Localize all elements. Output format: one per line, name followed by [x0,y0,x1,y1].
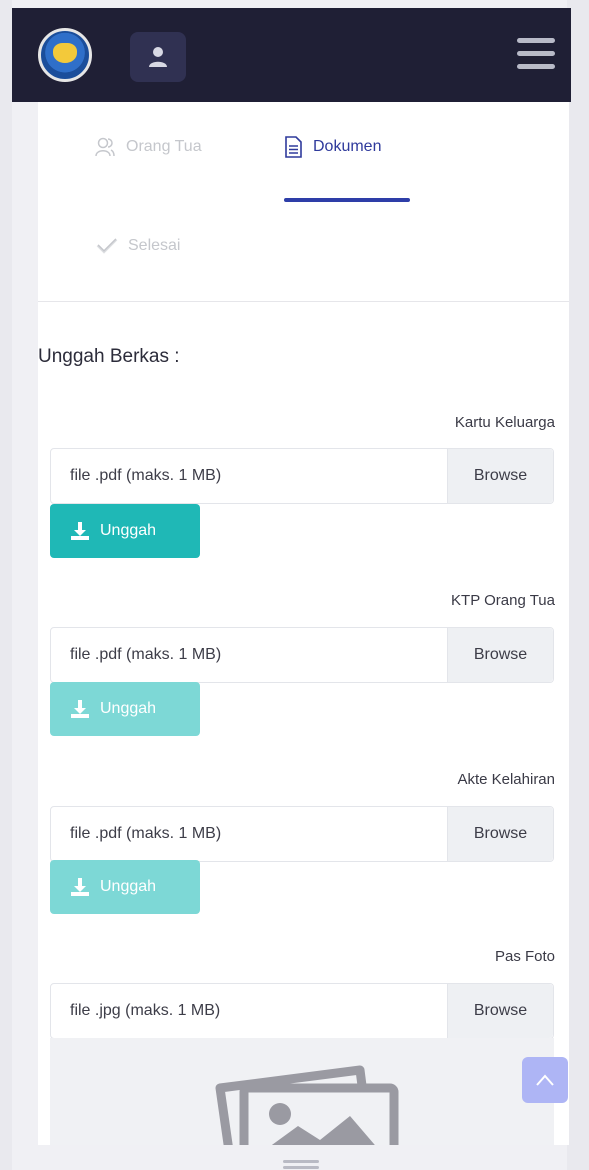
tab-orang-tua[interactable]: Orang Tua [94,136,202,158]
tabs-divider [38,301,569,302]
document-icon [285,136,302,158]
tab-dokumen[interactable]: Dokumen [283,136,381,158]
upload-button-ktp-orang-tua[interactable]: Unggah [50,682,200,736]
tab-selesai-label: Selesai [128,237,181,254]
file-input-ktp-orang-tua[interactable]: file .pdf (maks. 1 MB) [51,628,447,682]
upload-label: Unggah [100,522,157,539]
field-label-kartu-keluarga: Kartu Keluarga [454,414,555,431]
field-label-pas-foto: Pas Foto [494,948,555,965]
download-icon [71,700,89,718]
download-icon [71,522,89,540]
bottom-nav-handle-line [283,1166,319,1169]
upload-button-akte-kelahiran[interactable]: Unggah [50,860,200,914]
file-input-group-pas-foto[interactable]: file .jpg (maks. 1 MB) Browse [50,983,554,1039]
left-gutter [0,0,12,1170]
photo-preview [50,1038,554,1145]
tab-selesai[interactable]: Selesai [96,237,180,255]
scroll-to-top-button[interactable] [522,1057,568,1103]
tab-orang-tua-label: Orang Tua [126,138,202,155]
chevron-up-icon [536,1074,554,1086]
file-input-group-ktp-orang-tua[interactable]: file .pdf (maks. 1 MB) Browse [50,627,554,683]
top-navbar [12,8,571,102]
browse-button-pas-foto[interactable]: Browse [447,984,553,1038]
user-button[interactable] [130,32,186,82]
file-input-kartu-keluarga[interactable]: file .pdf (maks. 1 MB) [51,449,447,503]
upload-label: Unggah [100,878,157,895]
image-placeholder-icon [215,1065,399,1145]
form-card: Orang Tua Dokumen Selesai Unggah Berkas … [38,102,569,1145]
tut-wuri-handayani-logo[interactable] [38,28,92,82]
field-label-ktp-orang-tua: KTP Orang Tua [451,592,555,609]
file-input-akte-kelahiran[interactable]: file .pdf (maks. 1 MB) [51,807,447,861]
upload-label: Unggah [100,700,157,717]
user-icon [149,47,167,67]
check-icon [96,238,118,254]
section-title: Unggah Berkas : [38,346,180,367]
upload-button-kartu-keluarga[interactable]: Unggah [50,504,200,558]
right-gutter [567,0,589,1170]
tab-dokumen-label: Dokumen [313,138,382,155]
file-input-group-kartu-keluarga[interactable]: file .pdf (maks. 1 MB) Browse [50,448,554,504]
bottom-nav-handle[interactable] [283,1160,319,1163]
field-label-akte-kelahiran: Akte Kelahiran [457,771,555,788]
download-icon [71,878,89,896]
users-icon [95,137,115,157]
logo-emblem [53,43,77,63]
hamburger-menu-icon[interactable] [517,38,555,70]
active-tab-indicator [284,198,410,202]
file-input-pas-foto[interactable]: file .jpg (maks. 1 MB) [51,984,447,1038]
browse-button-akte-kelahiran[interactable]: Browse [447,807,553,861]
browse-button-ktp-orang-tua[interactable]: Browse [447,628,553,682]
file-input-group-akte-kelahiran[interactable]: file .pdf (maks. 1 MB) Browse [50,806,554,862]
page: Orang Tua Dokumen Selesai Unggah Berkas … [0,0,589,1170]
browse-button-kartu-keluarga[interactable]: Browse [447,449,553,503]
